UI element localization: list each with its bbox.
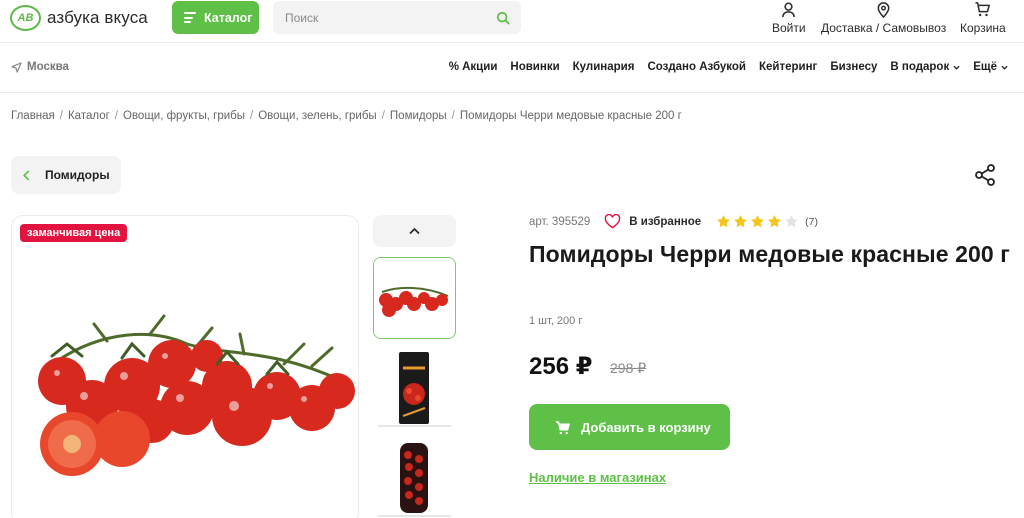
delivery-label: Доставка / Самовывоз	[821, 21, 947, 35]
nav-item-label: Создано Азбукой	[647, 61, 746, 73]
login-button[interactable]: Войти	[772, 1, 806, 35]
rating-stars[interactable]	[716, 214, 799, 229]
search-input[interactable]	[285, 10, 475, 25]
breadcrumb-item[interactable]: Овощи, зелень, грибы	[258, 110, 376, 122]
reviews-count[interactable]: (7)	[805, 216, 818, 228]
back-button[interactable]: Помидоры	[11, 156, 121, 194]
delivery-button[interactable]: Доставка / Самовывоз	[821, 1, 946, 35]
thumbnail-package-back[interactable]	[373, 437, 456, 518]
cart-label: Корзина	[960, 21, 1006, 35]
breadcrumb: Главная / Каталог / Овощи, фрукты, грибы / …	[11, 110, 682, 122]
current-price: 256 ₽	[529, 353, 593, 380]
breadcrumb-separator: /	[59, 110, 63, 122]
product-main-image[interactable]: заманчивая цена	[11, 215, 359, 518]
thumbnail-image	[374, 258, 454, 338]
breadcrumb-current: Помидоры Черри медовые красные 200 г	[459, 110, 682, 122]
menu-icon	[184, 12, 196, 23]
cherry-tomatoes-image	[38, 314, 355, 476]
pack-size: 1 шт, 200 г	[529, 315, 583, 327]
navigation-arrow-icon	[11, 61, 22, 73]
breadcrumb-separator: /	[451, 110, 455, 122]
old-price: 298 ₽	[610, 360, 647, 376]
article-number: арт. 395529	[529, 215, 591, 228]
chevron-down-icon	[953, 65, 960, 70]
nav-item-label: % Акции	[448, 61, 498, 73]
breadcrumb-item[interactable]: Каталог	[68, 110, 110, 122]
breadcrumb-separator: /	[114, 110, 118, 122]
store-availability-link[interactable]: Наличие в магазинах	[529, 470, 666, 485]
thumbnail-tomatoes[interactable]	[373, 257, 456, 339]
main-nav: Москва % Акции Новинки Кулинария Создано…	[0, 44, 1024, 93]
thumbnails-up-button[interactable]	[373, 215, 456, 247]
star-filled-icon	[751, 215, 765, 228]
nav-item-new[interactable]: Новинки	[510, 61, 559, 73]
logo-mark: АВ	[10, 5, 41, 31]
nav-menu: % Акции Новинки Кулинария Создано Азбуко…	[449, 61, 1008, 73]
breadcrumb-separator: /	[250, 110, 254, 122]
add-to-cart-label: Добавить в корзину	[581, 419, 711, 435]
heart-icon	[605, 214, 621, 229]
back-button-label: Помидоры	[45, 168, 110, 182]
nav-item-label: Новинки	[510, 61, 560, 73]
nav-item-own-brand[interactable]: Создано Азбукой	[647, 61, 746, 73]
chevron-down-icon	[1001, 65, 1008, 70]
favorite-label: В избранное	[629, 215, 702, 228]
promo-badge: заманчивая цена	[20, 224, 128, 242]
thumbnail-image	[373, 437, 456, 518]
location-pin-icon	[877, 2, 890, 18]
cart-icon	[975, 2, 991, 17]
star-empty-icon	[785, 215, 799, 228]
star-filled-icon	[717, 215, 731, 228]
search-icon[interactable]	[496, 11, 510, 25]
logo-text: азбука вкуса	[47, 8, 148, 27]
nav-item-label: Кулинария	[572, 61, 635, 73]
catalog-button[interactable]: Каталог	[172, 1, 259, 34]
breadcrumb-item[interactable]: Помидоры	[390, 110, 447, 122]
nav-item-gifts[interactable]: В подарок	[890, 61, 960, 73]
product-meta: арт. 395529 В избранное (7)	[529, 214, 818, 229]
breadcrumb-item[interactable]: Главная	[11, 110, 55, 122]
logo[interactable]: АВ азбука вкуса	[10, 5, 148, 31]
nav-item-more[interactable]: Ещё	[973, 61, 1008, 73]
nav-item-label: Кейтеринг	[759, 61, 818, 73]
add-to-cart-button[interactable]: Добавить в корзину	[529, 404, 730, 450]
star-filled-icon	[768, 215, 782, 228]
product-title: Помидоры Черри медовые красные 200 г	[529, 241, 1010, 267]
nav-item-catering[interactable]: Кейтеринг	[759, 61, 817, 73]
nav-item-label: Ещё	[973, 61, 997, 73]
thumbnail-package-front[interactable]	[373, 348, 456, 428]
user-icon	[782, 2, 796, 18]
nav-item-label: Бизнесу	[830, 61, 878, 73]
breadcrumb-separator: /	[381, 110, 385, 122]
favorite-button[interactable]: В избранное	[604, 214, 701, 229]
cart-icon	[555, 420, 570, 434]
cart-button[interactable]: Корзина	[960, 1, 1006, 35]
city-selector[interactable]: Москва	[11, 61, 69, 73]
nav-item-business[interactable]: Бизнесу	[830, 61, 877, 73]
login-label: Войти	[772, 21, 806, 35]
city-label: Москва	[27, 61, 69, 73]
nav-item-promo[interactable]: % Акции	[449, 61, 498, 73]
search-bar	[273, 1, 521, 34]
chevron-left-icon	[23, 169, 30, 181]
catalog-button-label: Каталог	[204, 10, 253, 25]
chevron-up-icon	[409, 227, 420, 235]
nav-item-culinary[interactable]: Кулинария	[573, 61, 635, 73]
site-header: АВ азбука вкуса Каталог Войти Доставка /…	[0, 0, 1024, 43]
share-icon[interactable]	[973, 163, 997, 187]
star-filled-icon	[734, 215, 748, 228]
thumbnail-image	[373, 348, 456, 428]
breadcrumb-item[interactable]: Овощи, фрукты, грибы	[123, 110, 245, 122]
nav-item-label: В подарок	[890, 61, 950, 73]
